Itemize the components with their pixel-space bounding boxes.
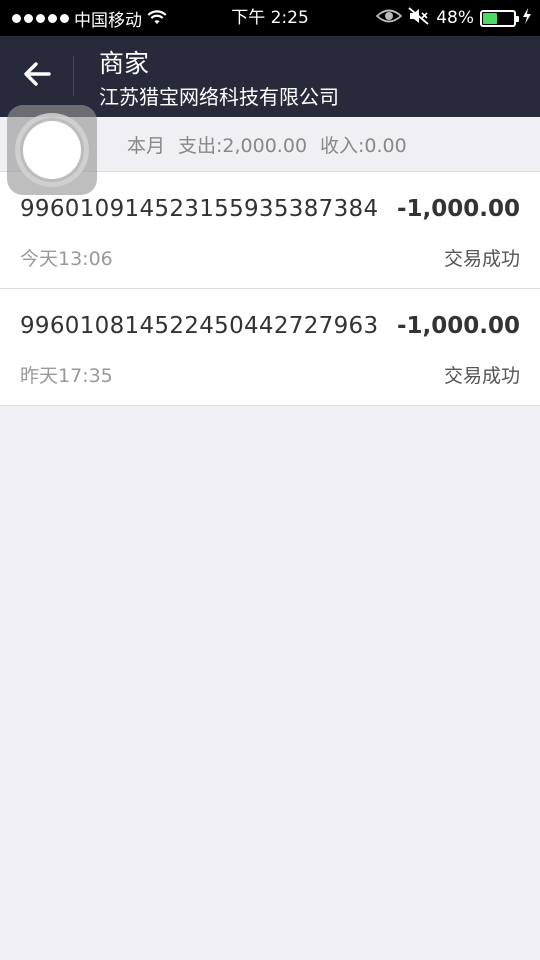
nav-divider: [73, 56, 74, 96]
eye-icon: [375, 7, 403, 30]
signal-dots-icon: [12, 13, 69, 23]
transaction-id: 996010814522450442727963: [20, 313, 379, 339]
assistive-touch-button[interactable]: [7, 105, 97, 195]
transaction-row[interactable]: 996010814522450442727963 -1,000.00 昨天17:…: [0, 289, 540, 406]
merchant-name: 江苏猎宝网络科技有限公司: [99, 85, 339, 109]
transaction-status: 交易成功: [443, 248, 520, 270]
battery-fill: [483, 12, 498, 24]
transaction-status: 交易成功: [443, 365, 520, 387]
battery-icon: [480, 9, 519, 27]
page-title: 商家: [99, 49, 150, 78]
assistive-touch-icon: [15, 113, 89, 187]
charging-bolt-icon: [522, 7, 532, 29]
wifi-icon: [147, 10, 167, 26]
transaction-time: 今天13:06: [20, 248, 113, 270]
summary-expense: 支出:2,000.00: [178, 134, 308, 157]
transaction-id: 996010914523155935387384: [20, 196, 379, 222]
status-right: 48%: [375, 0, 532, 36]
transaction-time: 昨天17:35: [20, 365, 113, 387]
transaction-amount: -1,000.00: [396, 196, 520, 222]
battery-percent: 48%: [436, 8, 474, 28]
back-arrow-icon: [23, 61, 51, 91]
assistive-touch-core: [23, 121, 81, 179]
summary-income: 收入:0.00: [320, 134, 407, 157]
status-time: 下午 2:25: [231, 8, 309, 28]
status-left: 中国移动: [12, 0, 167, 36]
summary-period: 本月: [127, 134, 166, 157]
transaction-list: 996010914523155935387384 -1,000.00 今天13:…: [0, 171, 540, 406]
carrier-name: 中国移动: [74, 10, 142, 31]
status-bar: 中国移动 下午 2:25 48%: [0, 0, 540, 36]
mute-icon: [408, 6, 430, 30]
back-button[interactable]: [14, 54, 60, 98]
transaction-amount: -1,000.00: [396, 313, 520, 339]
